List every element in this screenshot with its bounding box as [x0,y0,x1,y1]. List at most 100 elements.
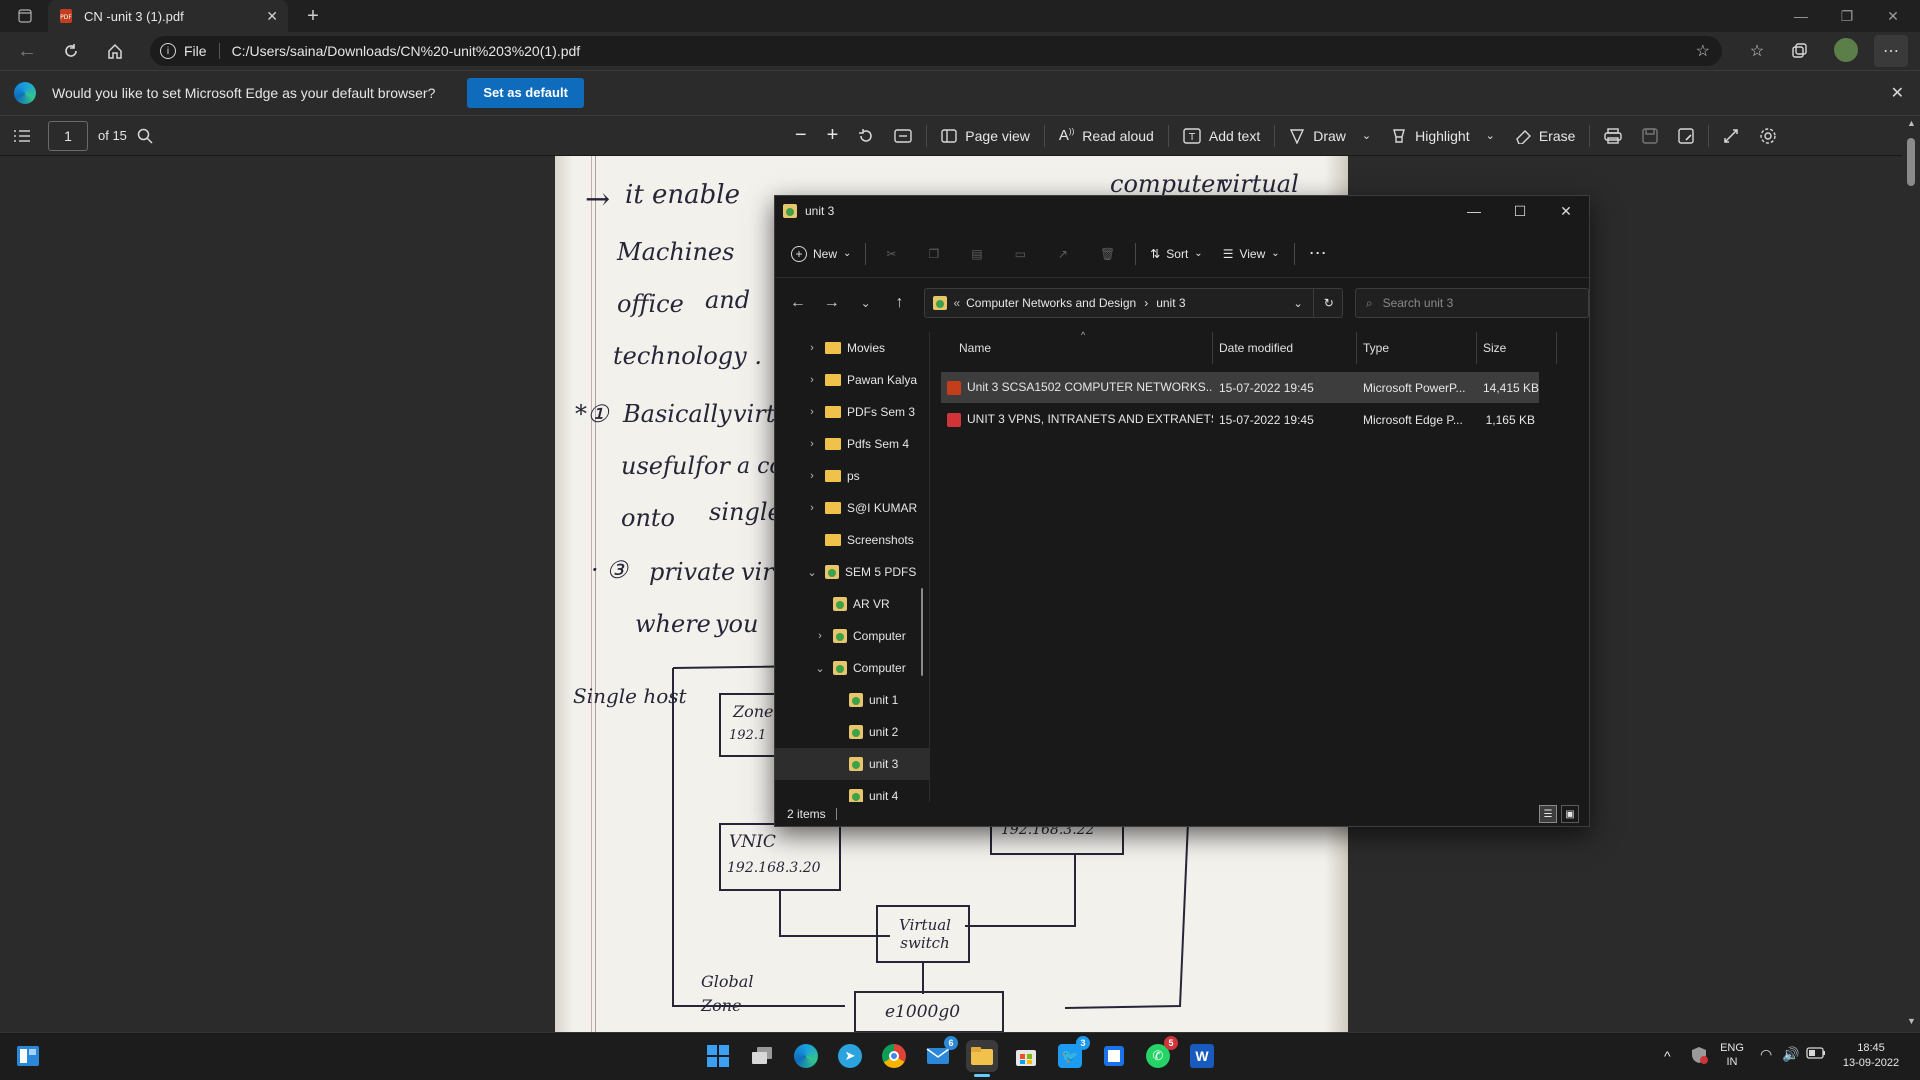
up-icon[interactable]: ↑ [883,287,917,319]
home-icon[interactable] [98,35,132,67]
gear-icon[interactable] [1749,116,1787,156]
address-bar[interactable]: i File C:/Users/saina/Downloads/CN%20-un… [150,36,1722,66]
favorite-add-icon[interactable]: ☆ [1696,41,1710,61]
copy-icon[interactable]: ❐ [912,237,955,271]
breadcrumb-item[interactable]: Computer Networks and Design [966,296,1136,310]
new-tab-icon[interactable]: + [296,0,330,32]
twitter-icon[interactable]: 🐦 3 [1054,1036,1090,1072]
nav-item-ps[interactable]: › ps [775,460,929,492]
widgets-icon[interactable] [12,1040,44,1072]
draw-button[interactable]: Draw ⌄ [1279,116,1381,156]
column-header-name[interactable]: Name [941,332,1213,364]
edge-icon[interactable] [790,1040,822,1072]
chevron-down-icon[interactable]: ⌄ [813,662,827,675]
nav-item-unit-3[interactable]: unit 3 [775,748,929,780]
paste-icon[interactable]: ▤ [955,237,998,271]
highlight-button[interactable]: Highlight ⌄ [1381,116,1505,156]
add-text-button[interactable]: T Add text [1173,116,1270,156]
profile-avatar[interactable] [1834,38,1858,62]
todo-icon[interactable] [1098,1040,1130,1072]
chevron-right-icon[interactable]: › [805,406,819,418]
file-explorer-icon[interactable] [966,1040,998,1077]
recent-locations-icon[interactable]: ⌄ [849,287,883,319]
store-icon[interactable] [1010,1040,1042,1072]
nav-item-unit-1[interactable]: unit 1 [775,684,929,716]
rotate-icon[interactable] [848,116,884,156]
close-tab-icon[interactable]: ✕ [266,8,278,25]
close-infobar-icon[interactable]: ✕ [1891,83,1904,103]
column-header-date[interactable]: Date modified [1213,332,1357,364]
chevron-right-icon[interactable]: › [805,342,819,354]
new-button[interactable]: + New ⌄ [775,237,861,271]
restore-icon[interactable]: ❐ [1824,0,1870,32]
task-view-icon[interactable] [746,1040,778,1072]
column-header-size[interactable]: Size [1477,332,1557,364]
tab-actions-icon[interactable] [8,0,42,32]
volume-icon[interactable]: 🔊 [1782,1046,1799,1063]
read-aloud-button[interactable]: A)) Read aloud [1049,116,1164,156]
nav-item-sem-5-pdfs[interactable]: ⌄ SEM 5 PDFS [775,556,929,588]
details-view-icon[interactable]: ☰ [1539,805,1557,823]
scroll-down-icon[interactable]: ▼ [1907,1016,1916,1026]
scrollbar-thumb[interactable] [1907,138,1915,186]
cut-icon[interactable]: ✂ [870,237,912,271]
nav-item-pdfs-sem-4[interactable]: › Pdfs Sem 4 [775,428,929,460]
nav-item-screenshots[interactable]: Screenshots [775,524,929,556]
sort-button[interactable]: ⇅ Sort ⌄ [1140,237,1212,271]
show-hidden-icons-icon[interactable]: ^ [1664,1048,1671,1064]
security-warning-icon[interactable] [1690,1046,1708,1064]
column-header-type[interactable]: Type [1357,332,1477,364]
contents-icon[interactable] [0,116,40,156]
save-icon[interactable] [1632,116,1668,156]
chevron-right-icon[interactable]: › [805,438,819,450]
pdf-scrollbar[interactable]: ▲ ▼ [1902,116,1920,1032]
minimize-icon[interactable]: — [1778,0,1824,32]
info-icon[interactable]: i [160,43,176,59]
delete-icon[interactable]: 🗑 [1084,237,1131,271]
browser-tab[interactable]: PDF CN -unit 3 (1).pdf ✕ [48,0,288,32]
tiles-view-icon[interactable]: ▣ [1561,805,1579,823]
chevron-right-icon[interactable]: › [813,630,827,642]
chevron-right-icon[interactable]: › [805,502,819,514]
page-view-button[interactable]: Page view [931,116,1040,156]
whatsapp-icon[interactable]: ✆ 5 [1142,1036,1178,1072]
favorites-icon[interactable]: ☆ [1740,35,1774,67]
battery-icon[interactable] [1806,1046,1826,1060]
explorer-address-bar[interactable]: « Computer Networks and Design › unit 3 … [924,288,1343,318]
table-row[interactable]: UNIT 3 VPNS, INTRANETS AND EXTRANETS 15-… [941,404,1539,435]
breadcrumb-separator-icon[interactable]: › [1144,296,1148,310]
nav-item-ar-vr[interactable]: AR VR [775,588,929,620]
scroll-up-icon[interactable]: ▲ [1907,118,1916,128]
set-default-button[interactable]: Set as default [467,78,584,108]
collections-icon[interactable] [1782,35,1816,67]
chevron-down-icon[interactable]: ⌄ [805,566,819,579]
chevron-right-icon[interactable]: › [805,470,819,482]
more-options-icon[interactable]: ⋯ [1299,237,1337,271]
maximize-icon[interactable]: ☐ [1497,195,1543,227]
refresh-icon[interactable]: ↻ [1324,296,1334,310]
zoom-in-icon[interactable]: + [817,116,849,156]
rename-icon[interactable]: ▭ [999,237,1042,271]
site-info-label[interactable]: File [184,43,207,59]
nav-item-movies[interactable]: › Movies [775,332,929,364]
chevron-down-icon[interactable]: ⌄ [1362,129,1371,142]
word-icon[interactable]: W [1186,1040,1218,1072]
clock[interactable]: 18:45 13-09-2022 [1836,1041,1906,1071]
close-window-icon[interactable]: ✕ [1543,195,1589,227]
search-icon[interactable] [127,116,163,156]
mail-icon[interactable]: 6 [922,1036,958,1072]
search-input[interactable]: ⌕ Search unit 3 [1354,288,1589,318]
save-as-icon[interactable] [1668,116,1704,156]
forward-icon[interactable]: → [815,287,849,319]
close-window-icon[interactable]: ✕ [1870,0,1916,32]
back-icon[interactable]: ← [781,287,815,319]
zoom-out-icon[interactable]: − [785,116,817,156]
refresh-icon[interactable] [54,35,88,67]
nav-item-unit-2[interactable]: unit 2 [775,716,929,748]
breadcrumb-item[interactable]: unit 3 [1156,296,1185,310]
nav-item-computer[interactable]: › Computer [775,620,929,652]
nav-item-sai-kumar[interactable]: › S@I KUMAR [775,492,929,524]
table-row[interactable]: Unit 3 SCSA1502 COMPUTER NETWORKS... 15-… [941,372,1539,403]
nav-item-pawan-kalya[interactable]: › Pawan Kalya [775,364,929,396]
nav-item-pdfs-sem-3[interactable]: › PDFs Sem 3 [775,396,929,428]
